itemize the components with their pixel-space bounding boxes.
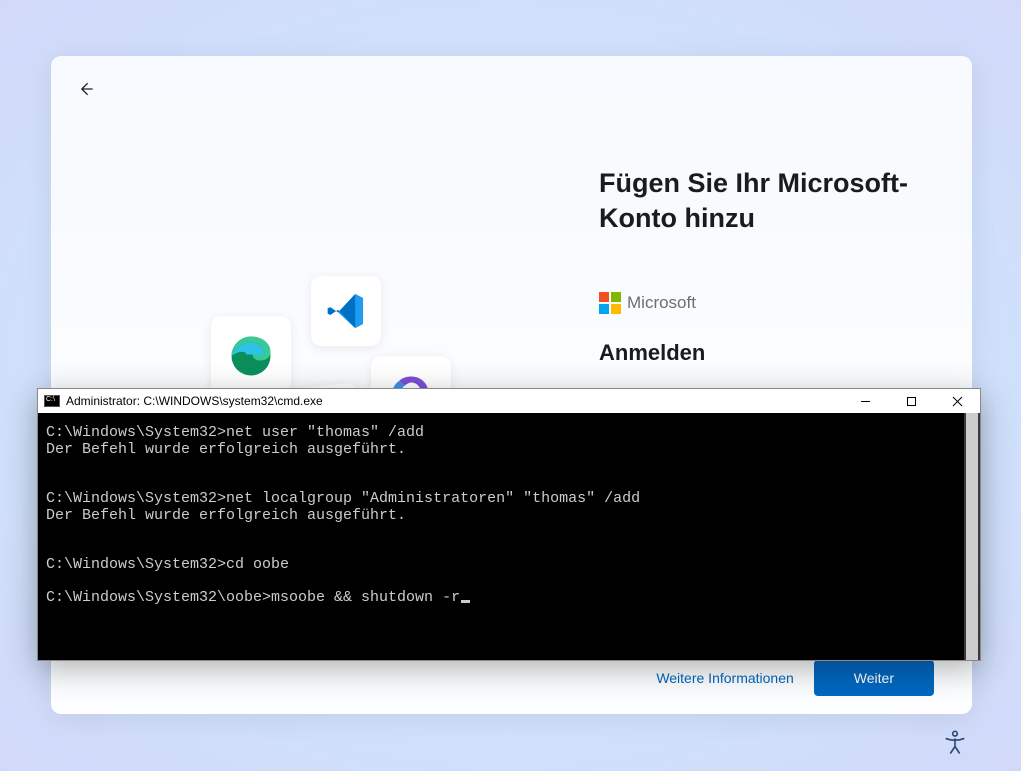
- cmd-line: Der Befehl wurde erfolgreich ausgeführt.: [46, 507, 406, 524]
- minimize-button[interactable]: [842, 389, 888, 413]
- cmd-line: C:\Windows\System32\oobe>msoobe && shutd…: [46, 589, 460, 606]
- signin-heading: Anmelden: [599, 340, 959, 366]
- more-info-link[interactable]: Weitere Informationen: [656, 670, 793, 686]
- page-title: Fügen Sie Ihr Microsoft-Konto hinzu: [599, 166, 959, 236]
- close-icon: [952, 396, 963, 407]
- maximize-icon: [906, 396, 917, 407]
- cmd-line: Der Befehl wurde erfolgreich ausgeführt.: [46, 441, 406, 458]
- window-controls: [842, 389, 980, 413]
- cmd-cursor: [461, 600, 470, 603]
- edge-tile: [211, 316, 291, 396]
- next-button[interactable]: Weiter: [814, 660, 934, 696]
- cmd-body[interactable]: C:\Windows\System32>net user "thomas" /a…: [38, 413, 980, 660]
- arrow-left-icon: [76, 79, 96, 99]
- cmd-icon: [44, 395, 60, 407]
- microsoft-logo-icon: [599, 292, 621, 314]
- edge-icon: [227, 332, 275, 380]
- accessibility-button[interactable]: [941, 729, 969, 757]
- vscode-tile: [311, 276, 381, 346]
- cmd-line: C:\Windows\System32>net user "thomas" /a…: [46, 424, 424, 441]
- close-button[interactable]: [934, 389, 980, 413]
- cmd-line: C:\Windows\System32>cd oobe: [46, 556, 289, 573]
- cmd-title: Administrator: C:\WINDOWS\system32\cmd.e…: [66, 394, 323, 408]
- accessibility-icon: [941, 729, 969, 757]
- minimize-icon: [860, 396, 871, 407]
- maximize-button[interactable]: [888, 389, 934, 413]
- microsoft-brand: Microsoft: [599, 292, 959, 314]
- cmd-window[interactable]: Administrator: C:\WINDOWS\system32\cmd.e…: [37, 388, 981, 661]
- cmd-titlebar[interactable]: Administrator: C:\WINDOWS\system32\cmd.e…: [38, 389, 980, 413]
- cmd-scrollbar-thumb[interactable]: [966, 413, 978, 660]
- vscode-icon: [325, 290, 367, 332]
- microsoft-wordmark: Microsoft: [627, 293, 696, 313]
- footer: Weitere Informationen Weiter: [51, 660, 972, 696]
- back-button[interactable]: [69, 72, 103, 106]
- cmd-line: C:\Windows\System32>net localgroup "Admi…: [46, 490, 640, 507]
- cmd-scrollbar[interactable]: [964, 413, 980, 660]
